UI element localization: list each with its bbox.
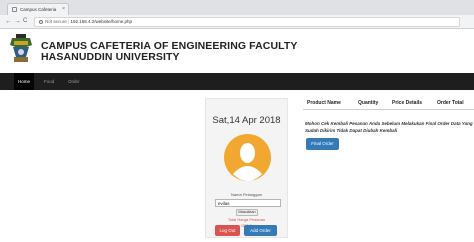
column-header-product-name: Product Name [307, 100, 341, 106]
site-title-line2: HASANUDDIN UNIVERSITY [41, 51, 180, 63]
nav-item-food[interactable]: Food [40, 73, 58, 90]
reload-icon[interactable]: C [23, 17, 27, 26]
main-navbar: Home Food Order [0, 73, 474, 90]
browser-tab[interactable]: Campus Cafeteria × [7, 3, 69, 15]
info-icon [39, 19, 43, 24]
column-header-price-details: Price Details [392, 100, 423, 106]
browser-tabstrip: Campus Cafeteria × [0, 0, 474, 15]
logout-button[interactable]: Log Out [215, 225, 240, 236]
university-logo-icon [10, 33, 32, 63]
tab-title: Campus Cafeteria [20, 7, 57, 12]
customer-name-input[interactable] [215, 199, 281, 207]
total-price-label: Total Harga Pesanan [227, 217, 266, 222]
url-text: 192.168.4.2/website/home.php [70, 19, 132, 24]
nav-item-order[interactable]: Order [64, 73, 84, 90]
add-order-button[interactable]: Add Order [244, 225, 277, 236]
order-warning-text: Mohon Cek Kembali Pesanan Anda Sebelum M… [305, 121, 473, 133]
back-icon[interactable]: ← [5, 17, 12, 26]
security-label: Not secure [45, 19, 67, 24]
close-icon[interactable]: × [62, 6, 65, 12]
column-header-order-total: Order Total [437, 100, 464, 106]
customer-name-label: Nama Pelanggan [231, 192, 262, 197]
forward-icon[interactable]: → [14, 17, 21, 26]
current-date: Sat,14 Apr 2018 [212, 115, 281, 126]
final-order-button[interactable]: Final Order [306, 138, 339, 150]
address-bar[interactable]: Not secure | 192.168.4.2/website/home.ph… [34, 17, 460, 27]
submit-name-button[interactable]: Masukkan [236, 209, 258, 216]
customer-panel: Sat,14 Apr 2018 Nama Pelanggan Masukkan … [205, 98, 288, 238]
site-title: CAMPUS CAFETERIA OF ENGINEERING FACULTY … [41, 41, 298, 63]
column-header-quantity: Quantity [358, 100, 379, 106]
table-header-divider [303, 109, 474, 110]
nav-item-home[interactable]: Home [14, 73, 35, 90]
avatar-icon [224, 134, 271, 181]
page-icon [12, 7, 17, 12]
browser-toolbar: ← → C Not secure | 192.168.4.2/website/h… [0, 15, 474, 29]
